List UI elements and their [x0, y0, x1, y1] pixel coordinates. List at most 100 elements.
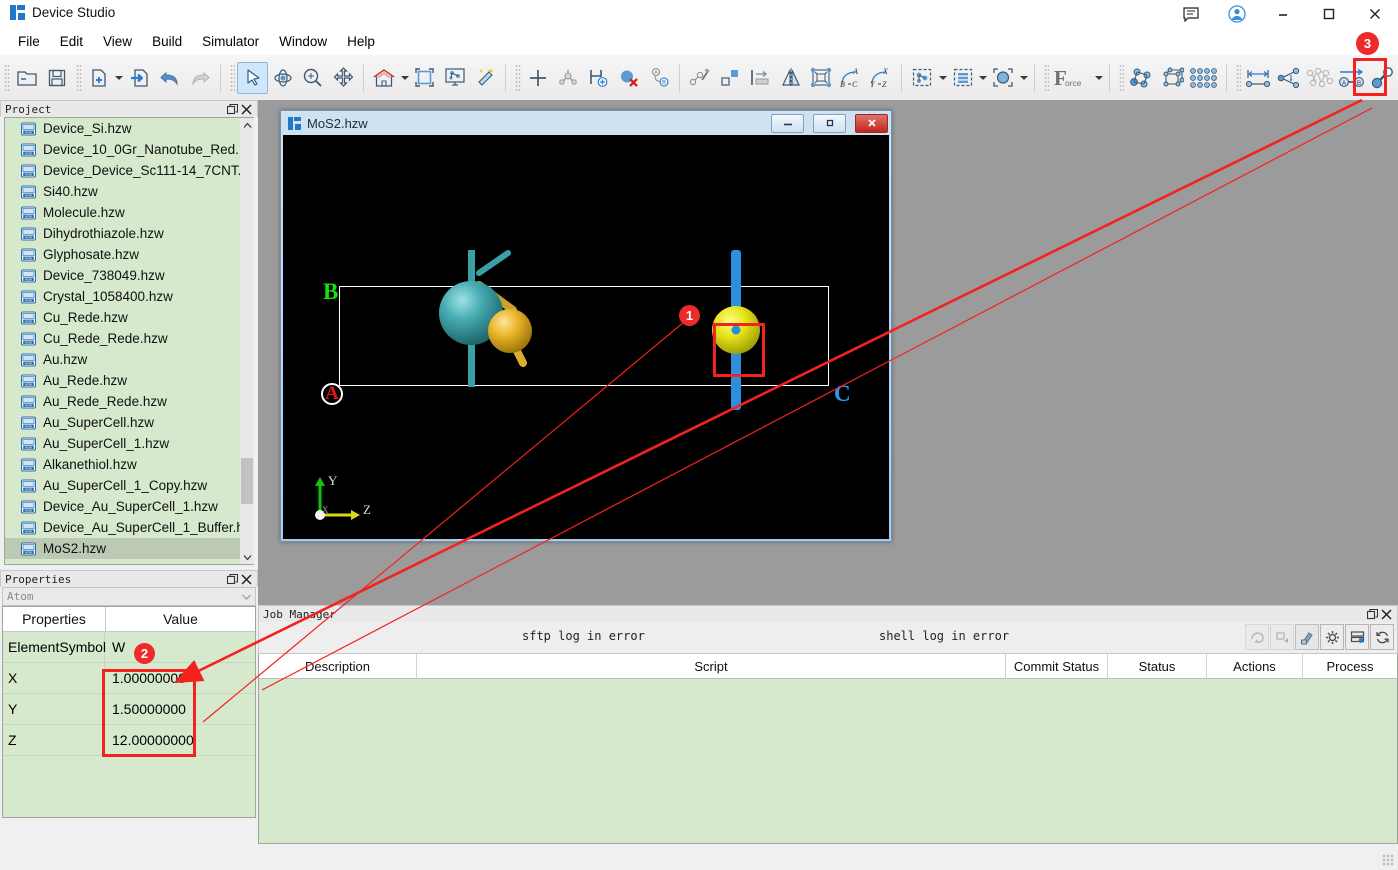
atom-view-dropdown-icon[interactable] [937, 63, 947, 93]
restore-icon[interactable] [225, 102, 239, 116]
properties-row[interactable]: Y1.50000000 [3, 694, 255, 725]
crystal-grid-icon[interactable] [1187, 62, 1221, 94]
project-file-item[interactable]: HZWAlkanethiol.hzw [5, 454, 253, 475]
close-icon[interactable] [1352, 0, 1398, 28]
delete-atom-icon[interactable] [614, 62, 644, 94]
home-view-icon[interactable] [369, 62, 399, 94]
properties-row-value[interactable]: W [105, 632, 255, 662]
project-file-item[interactable]: HZWMolecule.hzw [5, 202, 253, 223]
scroll-down-icon[interactable] [240, 550, 254, 564]
toolbar-grip[interactable] [1044, 64, 1050, 92]
sphere-view-icon[interactable] [988, 62, 1018, 94]
project-file-item[interactable]: HZWDevice_Device_Sc111-14_7CNT... [5, 160, 253, 181]
menu-edit[interactable]: Edit [50, 31, 93, 52]
viewer-close-button[interactable] [855, 114, 888, 133]
restore-icon[interactable] [1365, 607, 1379, 621]
project-file-item[interactable]: HZWAu_SuperCell_1.hzw [5, 433, 253, 454]
new-file-icon[interactable] [84, 62, 114, 94]
structure-3d-canvas[interactable]: B C A [283, 135, 889, 539]
maximize-icon[interactable] [1306, 0, 1352, 28]
col-status[interactable]: Status [1108, 654, 1207, 678]
force-dropdown-icon[interactable] [1093, 63, 1103, 93]
project-file-item[interactable]: HZWDevice_738049.hzw [5, 265, 253, 286]
supercell-icon[interactable] [806, 62, 836, 94]
properties-row[interactable]: X1.00000000 [3, 663, 255, 694]
rotate-icon[interactable] [268, 62, 298, 94]
menu-file[interactable]: File [8, 31, 50, 52]
redo-icon[interactable] [185, 62, 215, 94]
project-file-item[interactable]: HZWDihydrothiazole.hzw [5, 223, 253, 244]
refresh-icon[interactable] [1370, 624, 1394, 650]
display-style-icon[interactable] [440, 62, 470, 94]
torsion-icon[interactable] [1304, 62, 1336, 94]
project-file-item[interactable]: HZWMoS2.hzw [5, 538, 253, 559]
toolbar-grip[interactable] [1119, 64, 1125, 92]
menu-simulator[interactable]: Simulator [192, 31, 269, 52]
export-file-icon[interactable] [124, 62, 154, 94]
resize-grip[interactable] [1382, 854, 1394, 866]
zoom-icon[interactable] [298, 62, 328, 94]
project-file-item[interactable]: HZWCrystal_1058400.hzw [5, 286, 253, 307]
toolbar-grip[interactable] [76, 64, 82, 92]
toolbar-grip[interactable] [515, 64, 521, 92]
toolbar-grip[interactable] [1236, 64, 1242, 92]
project-file-item[interactable]: HZWDevice_Au_SuperCell_1_Buffer.h... [5, 517, 253, 538]
align-icon[interactable] [745, 62, 775, 94]
project-file-list[interactable]: HZWDevice_Si.hzwHZWDevice_10_0Gr_Nanotub… [4, 117, 254, 565]
scroll-up-icon[interactable] [240, 118, 254, 132]
menu-build[interactable]: Build [142, 31, 192, 52]
settings-icon[interactable] [1320, 624, 1344, 650]
angle-xyz-icon[interactable]: XYZ [866, 62, 896, 94]
select-arrow-icon[interactable] [237, 62, 267, 94]
project-file-item[interactable]: HZWCu_Rede.hzw [5, 307, 253, 328]
save-icon[interactable] [42, 62, 72, 94]
project-file-item[interactable]: HZWAu.hzw [5, 349, 253, 370]
upload-icon[interactable] [1245, 624, 1269, 650]
add-molecule-icon[interactable] [553, 62, 583, 94]
col-process[interactable]: Process [1303, 654, 1397, 678]
atom-view-icon[interactable] [907, 62, 937, 94]
ab-link-icon[interactable]: AB [1336, 62, 1368, 94]
menu-window[interactable]: Window [269, 31, 337, 52]
project-file-item[interactable]: HZWCu_Rede_Rede.hzw [5, 328, 253, 349]
home-view-dropdown-icon[interactable] [399, 63, 409, 93]
server-icon[interactable] [1345, 624, 1369, 650]
slab-view-icon[interactable] [948, 62, 978, 94]
toolbar-grip[interactable] [230, 64, 236, 92]
close-icon[interactable] [239, 102, 253, 116]
sphere-view-dropdown-icon[interactable] [1019, 63, 1029, 93]
angle-icon[interactable] [1274, 62, 1304, 94]
slab-view-dropdown-icon[interactable] [978, 63, 988, 93]
menu-help[interactable]: Help [337, 31, 385, 52]
undo-icon[interactable] [154, 62, 184, 94]
magic-wand-icon[interactable] [470, 62, 500, 94]
viewer-minimize-button[interactable] [771, 114, 804, 133]
properties-row[interactable]: ElementSymbolW [3, 632, 255, 663]
minimize-icon[interactable] [1260, 0, 1306, 28]
properties-row-value[interactable]: 1.50000000 [105, 694, 255, 724]
col-actions[interactable]: Actions [1207, 654, 1303, 678]
add-atom-icon[interactable] [523, 62, 553, 94]
cluster-icon[interactable] [1126, 62, 1156, 94]
translate-icon[interactable] [715, 62, 745, 94]
lattice-icon[interactable] [1157, 62, 1187, 94]
project-file-item[interactable]: HZWAu_SuperCell.hzw [5, 412, 253, 433]
properties-row-value[interactable]: 1.00000000 [105, 663, 255, 693]
force-icon[interactable]: Force [1051, 62, 1093, 94]
properties-row[interactable]: Z12.00000000 [3, 725, 255, 756]
project-file-item[interactable]: HZWAu_Rede_Rede.hzw [5, 391, 253, 412]
run-icon[interactable] [1295, 624, 1319, 650]
menu-view[interactable]: View [93, 31, 142, 52]
toolbar-grip[interactable] [4, 64, 10, 92]
close-icon[interactable] [1379, 607, 1393, 621]
restore-icon[interactable] [225, 572, 239, 586]
bond-length-icon[interactable] [1368, 62, 1398, 94]
cut-bond-icon[interactable] [685, 62, 715, 94]
open-folder-icon[interactable] [12, 62, 42, 94]
new-file-dropdown-icon[interactable] [114, 63, 124, 93]
download-icon[interactable] [1270, 624, 1294, 650]
project-file-item[interactable]: HZWDevice_Au_SuperCell_1.hzw [5, 496, 253, 517]
measure-ab-icon[interactable]: AB [644, 62, 674, 94]
viewer-maximize-button[interactable] [813, 114, 846, 133]
project-file-item[interactable]: HZWSi40.hzw [5, 181, 253, 202]
